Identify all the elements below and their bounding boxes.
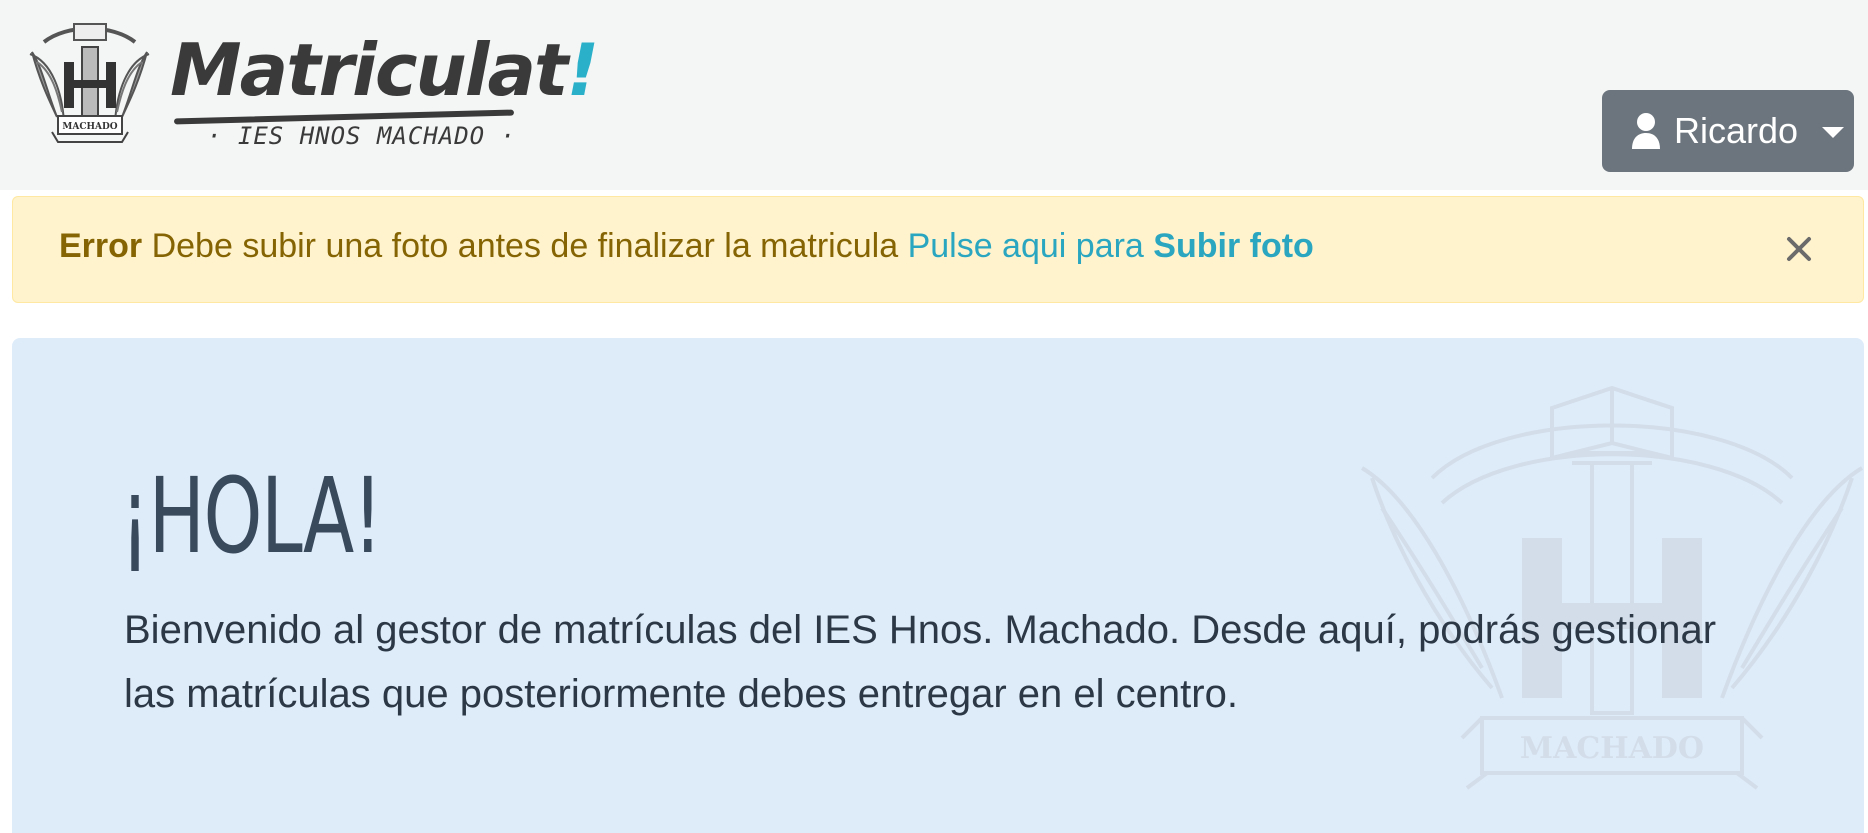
welcome-text: Bienvenido al gestor de matrículas del I… (124, 608, 1717, 716)
alert-body: Debe subir una foto antes de finalizar l… (142, 227, 908, 265)
caret-down-icon (1822, 126, 1845, 138)
brand-subtitle: · IES HNOS MACHADO · (207, 122, 516, 150)
brand-name: Matriculat! (170, 28, 599, 112)
welcome-jumbotron: MACHADO ¡HOLA! Bienvenido al gestor de m… (12, 338, 1864, 833)
error-alert: Error Debe subir una foto antes de final… (12, 196, 1864, 303)
top-header: MACHADO Matriculat! · IES HNOS MACHADO ·… (0, 0, 1868, 190)
alert-message: Error Debe subir una foto antes de final… (59, 227, 1314, 266)
school-crest-icon: MACHADO (29, 23, 150, 143)
app-logo[interactable]: MACHADO Matriculat! · IES HNOS MACHADO · (22, 22, 599, 157)
user-name: Ricardo (1674, 110, 1799, 151)
upload-photo-link[interactable]: Subir foto (1153, 227, 1314, 265)
upload-photo-link-prefix[interactable]: Pulse aqui para (908, 227, 1154, 265)
svg-text:MACHADO: MACHADO (1520, 731, 1704, 766)
user-menu-button[interactable]: Ricardo (1602, 90, 1854, 172)
user-icon (1632, 113, 1660, 149)
svg-text:MACHADO: MACHADO (62, 122, 117, 132)
close-icon[interactable] (1781, 231, 1817, 267)
brand-accent: ! (566, 28, 599, 112)
welcome-heading: ¡HOLA! (120, 455, 383, 577)
alert-title: Error (59, 227, 143, 265)
